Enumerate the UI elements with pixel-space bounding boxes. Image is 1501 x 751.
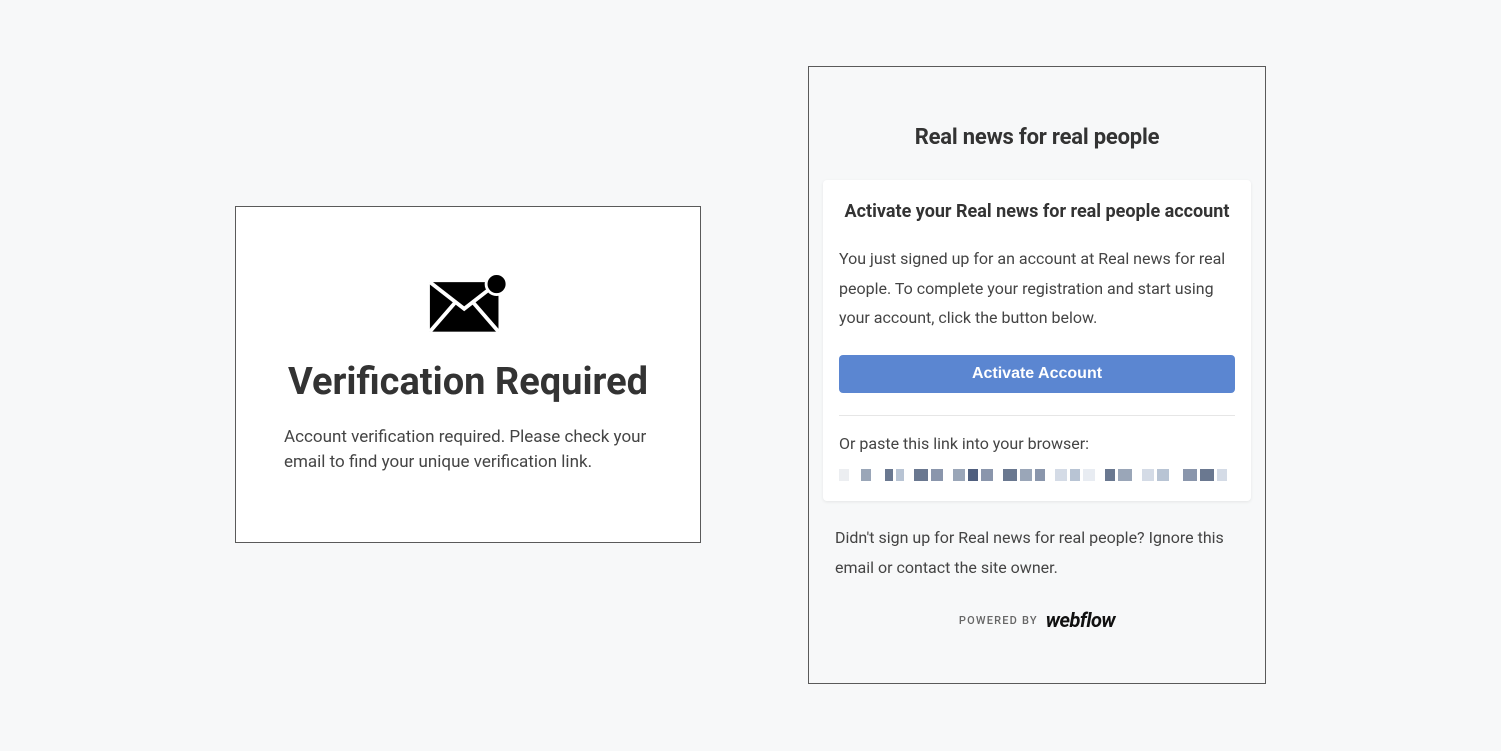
verification-title: Verification Required [288,361,648,405]
verification-body: Account verification required. Please ch… [276,425,660,476]
card-title: Activate your Real news for real people … [839,200,1235,224]
card-body: You just signed up for an account at Rea… [839,244,1235,333]
verification-required-panel: Verification Required Account verificati… [235,206,701,543]
mail-notification-icon [428,273,508,333]
activation-email-panel: Real news for real people Activate your … [808,66,1266,684]
email-card: Activate your Real news for real people … [823,180,1251,501]
divider [839,415,1235,416]
verification-link-blurred [839,467,1235,483]
paste-link-label: Or paste this link into your browser: [839,434,1235,453]
footer-note: Didn't sign up for Real news for real pe… [835,523,1239,582]
activate-account-button[interactable]: Activate Account [839,355,1235,393]
brand-title: Real news for real people [821,125,1253,150]
powered-by-label: POWERED BY [959,614,1038,627]
powered-by: POWERED BY webflow [821,608,1253,632]
webflow-logo: webflow [1046,608,1115,632]
